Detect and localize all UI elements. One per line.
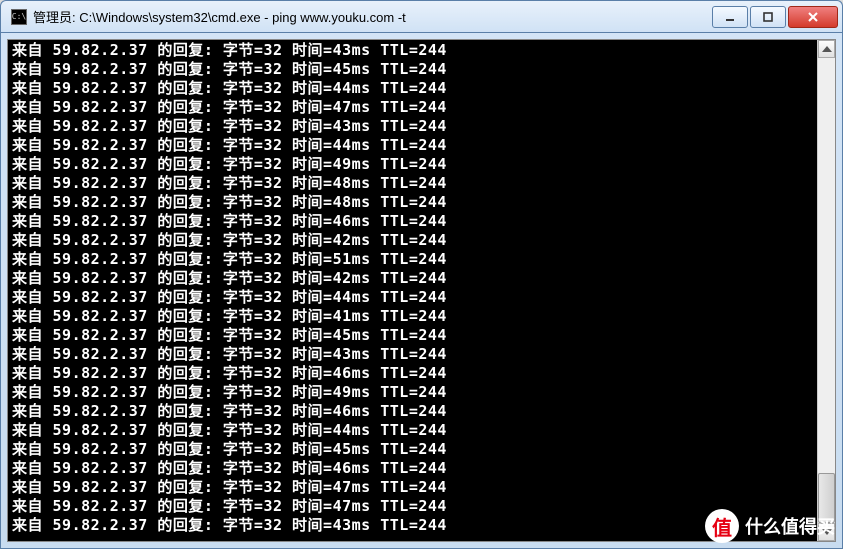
ping-reply-line: 来自 59.82.2.37 的回复: 字节=32 时间=46ms TTL=244 — [12, 212, 813, 231]
ping-reply-line: 来自 59.82.2.37 的回复: 字节=32 时间=43ms TTL=244 — [12, 41, 813, 60]
ping-reply-line: 来自 59.82.2.37 的回复: 字节=32 时间=42ms TTL=244 — [12, 269, 813, 288]
window-title: 管理员: C:\Windows\system32\cmd.exe - ping … — [33, 7, 710, 26]
ping-reply-line: 来自 59.82.2.37 的回复: 字节=32 时间=45ms TTL=244 — [12, 440, 813, 459]
ping-reply-line: 来自 59.82.2.37 的回复: 字节=32 时间=43ms TTL=244 — [12, 345, 813, 364]
ping-reply-line: 来自 59.82.2.37 的回复: 字节=32 时间=41ms TTL=244 — [12, 307, 813, 326]
ping-reply-line: 来自 59.82.2.37 的回复: 字节=32 时间=45ms TTL=244 — [12, 326, 813, 345]
titlebar[interactable]: C:\ 管理员: C:\Windows\system32\cmd.exe - p… — [1, 1, 842, 33]
cmd-icon: C:\ — [11, 9, 27, 25]
ping-reply-line: 来自 59.82.2.37 的回复: 字节=32 时间=48ms TTL=244 — [12, 174, 813, 193]
ping-reply-line: 来自 59.82.2.37 的回复: 字节=32 时间=44ms TTL=244 — [12, 288, 813, 307]
vertical-scrollbar[interactable] — [817, 40, 835, 541]
ping-reply-line: 来自 59.82.2.37 的回复: 字节=32 时间=43ms TTL=244 — [12, 516, 813, 535]
scroll-up-button[interactable] — [818, 40, 835, 58]
maximize-button[interactable] — [750, 6, 786, 28]
window-controls — [710, 6, 838, 28]
watermark-badge: 值 — [705, 509, 739, 543]
ping-reply-line: 来自 59.82.2.37 的回复: 字节=32 时间=42ms TTL=244 — [12, 231, 813, 250]
minimize-button[interactable] — [712, 6, 748, 28]
ping-reply-line: 来自 59.82.2.37 的回复: 字节=32 时间=46ms TTL=244 — [12, 459, 813, 478]
watermark: 值 什么值得买 — [705, 509, 835, 543]
ping-reply-line: 来自 59.82.2.37 的回复: 字节=32 时间=43ms TTL=244 — [12, 117, 813, 136]
ping-reply-line: 来自 59.82.2.37 的回复: 字节=32 时间=51ms TTL=244 — [12, 250, 813, 269]
ping-reply-line: 来自 59.82.2.37 的回复: 字节=32 时间=46ms TTL=244 — [12, 364, 813, 383]
ping-reply-line: 来自 59.82.2.37 的回复: 字节=32 时间=47ms TTL=244 — [12, 497, 813, 516]
ping-reply-line: 来自 59.82.2.37 的回复: 字节=32 时间=48ms TTL=244 — [12, 193, 813, 212]
ping-reply-line: 来自 59.82.2.37 的回复: 字节=32 时间=49ms TTL=244 — [12, 155, 813, 174]
console-output[interactable]: 来自 59.82.2.37 的回复: 字节=32 时间=43ms TTL=244… — [8, 40, 817, 541]
ping-reply-line: 来自 59.82.2.37 的回复: 字节=32 时间=46ms TTL=244 — [12, 402, 813, 421]
client-area: 来自 59.82.2.37 的回复: 字节=32 时间=43ms TTL=244… — [1, 33, 842, 548]
ping-reply-line: 来自 59.82.2.37 的回复: 字节=32 时间=44ms TTL=244 — [12, 421, 813, 440]
ping-reply-line: 来自 59.82.2.37 的回复: 字节=32 时间=47ms TTL=244 — [12, 98, 813, 117]
scroll-track[interactable] — [818, 58, 835, 523]
close-button[interactable] — [788, 6, 838, 28]
ping-reply-line: 来自 59.82.2.37 的回复: 字节=32 时间=44ms TTL=244 — [12, 79, 813, 98]
watermark-text: 什么值得买 — [745, 513, 835, 539]
ping-reply-line: 来自 59.82.2.37 的回复: 字节=32 时间=49ms TTL=244 — [12, 383, 813, 402]
ping-reply-line: 来自 59.82.2.37 的回复: 字节=32 时间=44ms TTL=244 — [12, 136, 813, 155]
command-prompt-window: C:\ 管理员: C:\Windows\system32\cmd.exe - p… — [0, 0, 843, 549]
console-container: 来自 59.82.2.37 的回复: 字节=32 时间=43ms TTL=244… — [7, 39, 836, 542]
ping-reply-line: 来自 59.82.2.37 的回复: 字节=32 时间=47ms TTL=244 — [12, 478, 813, 497]
ping-reply-line: 来自 59.82.2.37 的回复: 字节=32 时间=45ms TTL=244 — [12, 60, 813, 79]
